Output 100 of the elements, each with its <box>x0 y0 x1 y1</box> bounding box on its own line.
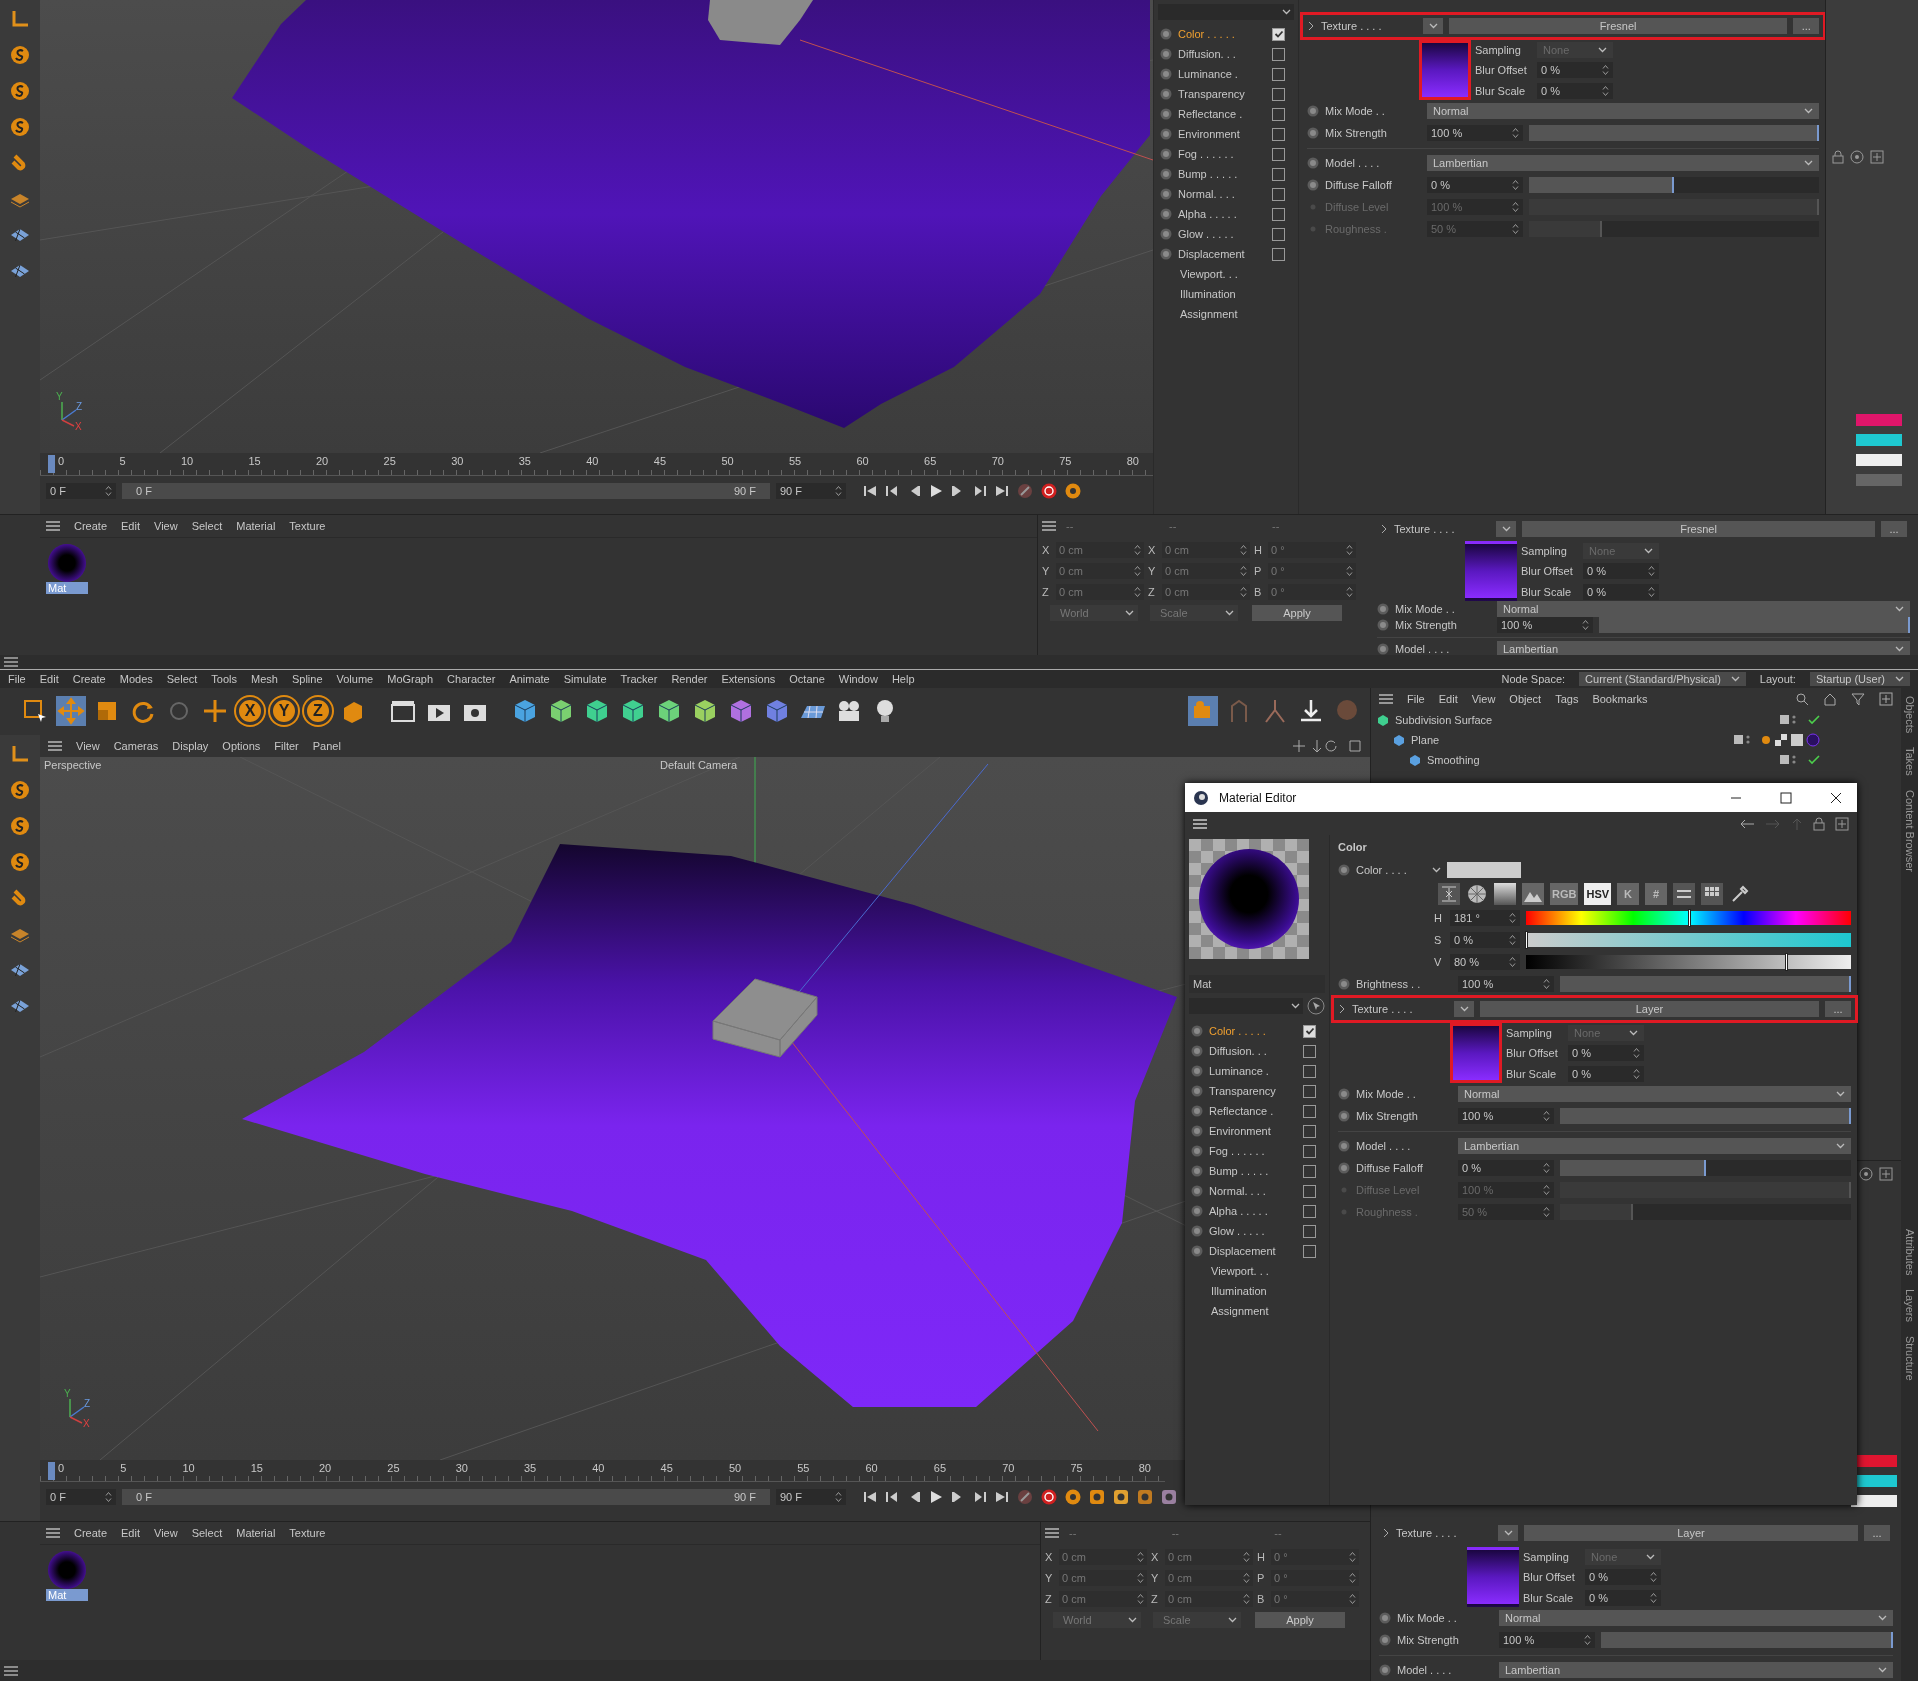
spinner-icon[interactable] <box>105 485 112 497</box>
menu-item[interactable]: Tools <box>211 673 238 685</box>
channel-item[interactable]: Viewport. . . <box>1189 1261 1325 1281</box>
number-field[interactable]: 0 % <box>1537 62 1613 79</box>
browse-button[interactable]: ... <box>1881 521 1907 537</box>
radio-icon[interactable] <box>1338 1162 1350 1174</box>
menu-item[interactable]: Edit <box>121 520 140 532</box>
radio-icon[interactable] <box>1160 168 1172 180</box>
radio-icon[interactable] <box>1191 1245 1203 1257</box>
keyframe-tool-icon[interactable] <box>1088 1487 1106 1506</box>
number-field[interactable]: 100 % <box>1427 125 1523 141</box>
channel-item[interactable]: Environment <box>1189 1121 1325 1141</box>
number-field[interactable]: 0 % <box>1583 583 1659 600</box>
start-frame-field[interactable]: 0 F <box>46 1488 116 1505</box>
dropdown[interactable]: Normal <box>1499 1610 1893 1626</box>
browse-button[interactable]: ... <box>1793 18 1820 34</box>
step-end-icon[interactable] <box>972 484 988 498</box>
viewport[interactable]: Y Z X <box>40 0 1153 453</box>
channel-item[interactable]: Glow . . . . . <box>1189 1221 1325 1241</box>
channel-item[interactable]: Bump . . . . . <box>1158 164 1294 184</box>
chevron-icon[interactable] <box>1380 524 1388 534</box>
radio-icon[interactable] <box>1377 619 1389 631</box>
tag-icons[interactable] <box>1761 733 1821 747</box>
radio-icon[interactable] <box>1307 179 1319 191</box>
menu-item[interactable]: Panel <box>312 739 341 752</box>
menu-item[interactable]: Character <box>447 673 496 685</box>
chevron-icon[interactable] <box>1338 1004 1346 1014</box>
menu-item[interactable]: Window <box>838 673 878 685</box>
channel-item[interactable]: Assignment <box>1189 1301 1325 1321</box>
skip-start-icon[interactable] <box>862 484 878 498</box>
apply-button[interactable]: Apply <box>1252 605 1342 621</box>
checkbox[interactable] <box>1272 127 1285 141</box>
radio-icon[interactable] <box>1377 603 1389 615</box>
keyframe-gear-icon[interactable] <box>1064 482 1082 500</box>
radio-icon[interactable] <box>1160 148 1172 160</box>
radio-icon[interactable] <box>1160 228 1172 240</box>
menu-icon[interactable] <box>1379 694 1393 704</box>
channel-item[interactable]: Displacement <box>1158 244 1294 264</box>
back-arrow-icon[interactable] <box>1739 817 1755 830</box>
color-gradient-slider[interactable] <box>1526 955 1851 969</box>
swirl-icon[interactable] <box>9 116 31 138</box>
end-frame-field[interactable]: 90 F <box>776 1488 846 1505</box>
slider-thumb[interactable] <box>1785 953 1788 971</box>
texture-button[interactable]: Layer <box>1480 1001 1819 1017</box>
menu-item[interactable]: Options <box>222 739 261 752</box>
channel-item[interactable]: Illumination <box>1189 1281 1325 1301</box>
swirl-icon[interactable] <box>9 850 31 873</box>
keyframe-tool-icon[interactable] <box>1136 1487 1154 1506</box>
menu-item[interactable]: Select <box>191 1527 223 1540</box>
number-field[interactable]: 0 % <box>1583 563 1659 580</box>
checkbox[interactable] <box>1303 1164 1316 1178</box>
frame-range-bar[interactable]: 0 F 90 F <box>122 1488 770 1505</box>
keyframe-tool-icon[interactable] <box>1160 1487 1178 1506</box>
channel-item[interactable]: Transparency <box>1189 1081 1325 1101</box>
menu-item[interactable]: Tracker <box>620 673 658 685</box>
checkbox[interactable] <box>1303 1204 1316 1218</box>
color-swatch[interactable] <box>1447 862 1521 878</box>
number-field[interactable]: 0 % <box>1458 1160 1554 1176</box>
texture-button[interactable]: Fresnel <box>1522 521 1875 537</box>
number-field[interactable]: 100 % <box>1458 1108 1554 1124</box>
menu-item[interactable]: View <box>154 520 178 532</box>
menu-item[interactable]: Texture <box>289 520 326 532</box>
number-field[interactable]: 0 % <box>1568 1065 1644 1082</box>
menu-item[interactable]: View <box>1471 693 1496 705</box>
axis-toggle-button[interactable]: X <box>236 697 264 726</box>
menu-item[interactable]: Object <box>1509 693 1542 705</box>
radio-icon[interactable] <box>1191 1045 1203 1057</box>
checkmark-icon[interactable] <box>1807 754 1821 766</box>
dropdown[interactable]: Lambertian <box>1499 1662 1893 1678</box>
number-field[interactable]: 100 % <box>1458 976 1554 992</box>
radio-icon[interactable] <box>1338 978 1350 990</box>
radio-icon[interactable] <box>1191 1065 1203 1077</box>
texture-menu-button[interactable] <box>1454 1001 1474 1017</box>
timeline-ruler[interactable]: 0 5 10 15 20 25 30 35 40 45 50 55 60 65 70 75 80 <box>40 453 1153 476</box>
spinner-icon[interactable] <box>1137 1593 1144 1606</box>
menu-item[interactable]: Spline <box>291 673 323 685</box>
radio-icon[interactable] <box>1379 1612 1391 1624</box>
spinner-icon[interactable] <box>1243 1551 1250 1564</box>
radio-icon[interactable] <box>1379 1664 1391 1676</box>
channel-item[interactable]: Normal. . . . <box>1158 184 1294 204</box>
spinner-icon[interactable] <box>1512 127 1519 139</box>
close-icon[interactable] <box>1829 790 1843 805</box>
spinner-icon[interactable] <box>1349 1551 1356 1564</box>
filter-icon[interactable] <box>1851 692 1865 706</box>
menu-item[interactable]: Modes <box>119 673 153 685</box>
spinner-icon[interactable] <box>1602 64 1609 77</box>
channel-item[interactable]: Reflectance . <box>1189 1101 1325 1121</box>
move-icon[interactable] <box>56 696 86 727</box>
texture-menu-button[interactable] <box>1498 1525 1518 1541</box>
home-icon[interactable] <box>1823 692 1837 706</box>
spinner-icon[interactable] <box>1602 84 1609 97</box>
step-end-icon[interactable] <box>972 1489 988 1504</box>
spinner-icon[interactable] <box>1240 544 1247 556</box>
checkbox[interactable] <box>1272 147 1285 161</box>
channel-item[interactable]: Reflectance . <box>1158 104 1294 124</box>
swirl-icon[interactable] <box>9 44 31 66</box>
dropdown[interactable]: Normal <box>1458 1086 1851 1102</box>
keyframe-tool-icon[interactable] <box>1112 1487 1130 1506</box>
swirl-icon[interactable] <box>9 80 31 102</box>
channel-item[interactable]: Illumination <box>1158 284 1294 304</box>
